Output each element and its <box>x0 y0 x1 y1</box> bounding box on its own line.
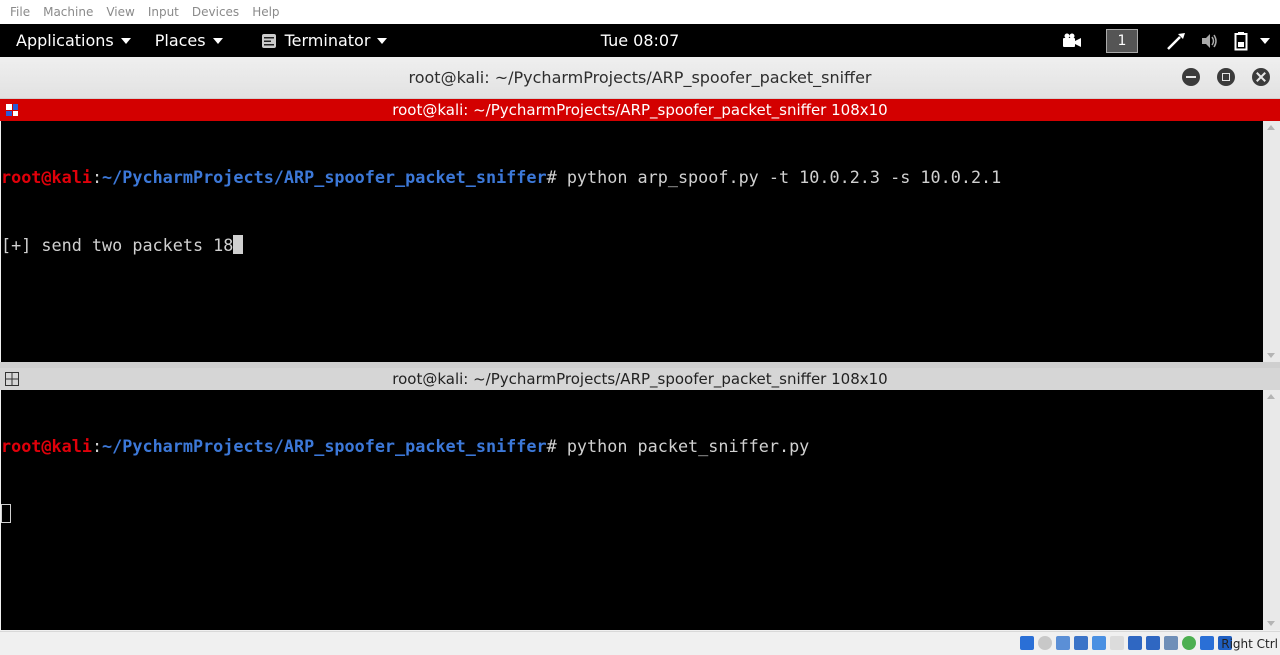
terminal-command: python arp_spoof.py -t 10.0.2.3 -s 10.0.… <box>566 167 1002 187</box>
terminal-pane-bottom[interactable]: root@kali:~/PycharmProjects/ARP_spoofer_… <box>1 390 1263 630</box>
pane-grid-icon[interactable] <box>5 103 19 117</box>
shared-folders-icon[interactable] <box>1110 636 1124 650</box>
window-title: root@kali: ~/PycharmProjects/ARP_spoofer… <box>408 68 872 87</box>
scroll-down-icon[interactable] <box>1267 621 1275 626</box>
virtualization-icon[interactable] <box>1182 636 1196 650</box>
system-menu-chevron-icon[interactable] <box>1260 37 1270 44</box>
pane-title: root@kali: ~/PycharmProjects/ARP_spoofer… <box>392 101 888 119</box>
chevron-down-icon <box>212 37 223 44</box>
prompt-user: root@kali <box>1 167 92 187</box>
network-icon[interactable] <box>1074 636 1088 650</box>
terminal-pane-top[interactable]: root@kali:~/PycharmProjects/ARP_spoofer_… <box>1 121 1263 362</box>
status-icons <box>1016 636 1232 650</box>
menu-file[interactable]: File <box>10 5 30 19</box>
pane-titlebar-active[interactable]: root@kali: ~/PycharmProjects/ARP_spoofer… <box>0 99 1280 121</box>
menu-machine[interactable]: Machine <box>43 5 93 19</box>
applications-label: Applications <box>16 31 114 50</box>
pane-grid-icon[interactable] <box>5 372 19 386</box>
terminal-line: root@kali:~/PycharmProjects/ARP_spoofer_… <box>1 435 1263 458</box>
recording-icon[interactable] <box>1146 636 1160 650</box>
scrollbar-top[interactable] <box>1263 121 1280 362</box>
terminal-cursor <box>233 234 244 254</box>
pane-titlebar-inactive[interactable]: root@kali: ~/PycharmProjects/ARP_spoofer… <box>0 368 1280 390</box>
video-camera-icon[interactable] <box>1062 32 1082 50</box>
prompt-user: root@kali <box>1 436 92 456</box>
battery-icon[interactable] <box>1234 31 1248 51</box>
pane-title: root@kali: ~/PycharmProjects/ARP_spoofer… <box>392 370 888 388</box>
usb-icon[interactable] <box>1092 636 1106 650</box>
chevron-down-icon <box>120 37 131 44</box>
applications-menu[interactable]: Applications <box>16 31 131 50</box>
terminal-line <box>1 503 1263 526</box>
gnome-top-bar: Applications Places Terminator Tue 08:07… <box>0 24 1280 57</box>
minimize-button[interactable] <box>1182 68 1200 86</box>
terminal-cursor <box>1 503 11 523</box>
optical-drive-icon[interactable] <box>1038 636 1052 650</box>
prompt-symbol: # <box>546 436 567 456</box>
scroll-up-icon[interactable] <box>1267 125 1275 130</box>
terminal-command: python packet_sniffer.py <box>566 436 810 456</box>
prompt-symbol: # <box>546 167 567 187</box>
hard-disk-icon[interactable] <box>1020 636 1034 650</box>
window-titlebar: root@kali: ~/PycharmProjects/ARP_spoofer… <box>0 57 1280 99</box>
places-menu[interactable]: Places <box>155 31 223 50</box>
menu-view[interactable]: View <box>106 5 134 19</box>
workspace-indicator[interactable]: 1 <box>1106 28 1138 53</box>
terminal-line: [+] send two packets 18 <box>1 234 1263 257</box>
scroll-down-icon[interactable] <box>1267 353 1275 358</box>
menu-input[interactable]: Input <box>148 5 179 19</box>
system-tray: 1 <box>1048 24 1270 57</box>
places-label: Places <box>154 31 206 50</box>
close-button[interactable] <box>1252 68 1270 86</box>
maximize-button[interactable] <box>1217 68 1235 86</box>
prompt-path: ~/PycharmProjects/ARP_spoofer_packet_sni… <box>102 436 547 456</box>
chevron-down-icon <box>377 37 388 44</box>
app-name-label: Terminator <box>284 31 371 50</box>
volume-icon[interactable] <box>1200 32 1220 50</box>
menu-help[interactable]: Help <box>252 5 279 19</box>
terminator-icon <box>261 33 276 48</box>
terminal-line: root@kali:~/PycharmProjects/ARP_spoofer_… <box>1 166 1263 189</box>
terminal-output: [+] send two packets 18 <box>1 234 234 255</box>
network-wired-icon[interactable] <box>1166 31 1186 51</box>
app-menu-terminator[interactable]: Terminator <box>261 31 388 50</box>
prompt-separator: : <box>91 167 103 187</box>
audio-icon[interactable] <box>1056 636 1070 650</box>
cpu-icon[interactable] <box>1200 636 1214 650</box>
vbox-menubar: File Machine View Input Devices Help <box>0 0 1280 24</box>
mouse-integration-icon[interactable] <box>1164 636 1178 650</box>
display-icon[interactable] <box>1128 636 1142 650</box>
prompt-separator: : <box>91 436 103 456</box>
host-key-label: Right Ctrl <box>1221 637 1278 651</box>
scroll-up-icon[interactable] <box>1267 394 1275 399</box>
vbox-statusbar: Right Ctrl <box>0 631 1280 655</box>
scrollbar-bottom[interactable] <box>1263 390 1280 630</box>
menu-devices[interactable]: Devices <box>192 5 239 19</box>
prompt-path: ~/PycharmProjects/ARP_spoofer_packet_sni… <box>102 167 547 187</box>
